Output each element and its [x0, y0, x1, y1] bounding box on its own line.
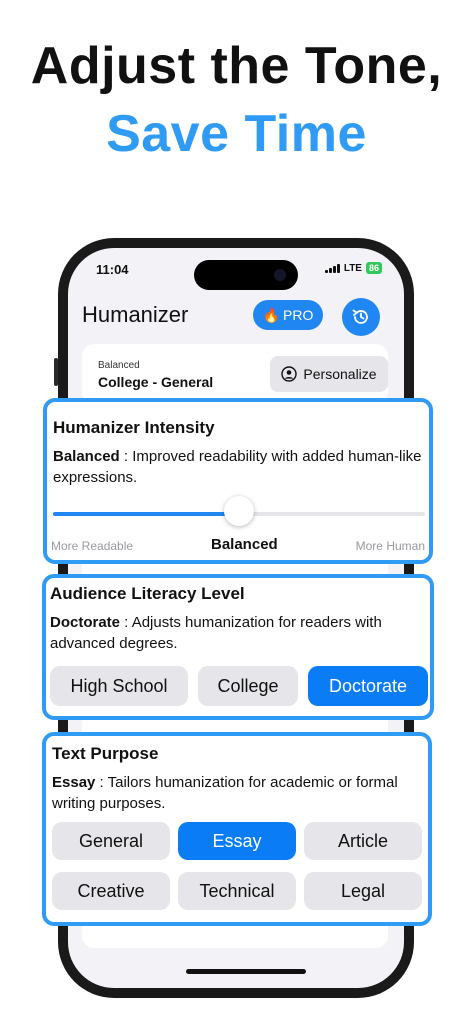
headline-line-1: Adjust the Tone,: [30, 37, 443, 95]
purpose-option-creative[interactable]: Creative: [52, 872, 170, 910]
mode-summary-card: Balanced College - General Personalize: [82, 344, 388, 404]
status-indicators: LTE 86: [324, 262, 382, 274]
option-label: Legal: [340, 880, 386, 901]
option-label: Essay: [212, 830, 262, 851]
purpose-description: Essay : Tailors humanization for academi…: [52, 772, 426, 814]
home-indicator: [186, 969, 306, 974]
literacy-desc-key: Doctorate: [50, 614, 121, 631]
fire-icon: 🔥: [262, 306, 281, 323]
intensity-card: Humanizer Intensity Balanced : Improved …: [43, 398, 433, 564]
purpose-option-essay[interactable]: Essay: [178, 822, 296, 860]
intensity-slider-thumb[interactable]: [224, 496, 254, 526]
slider-left-label: More Readable: [51, 539, 134, 553]
intensity-title: Humanizer Intensity: [53, 418, 215, 437]
purpose-option-technical[interactable]: Technical: [178, 872, 296, 910]
option-label: Doctorate: [328, 675, 408, 696]
purpose-desc-key: Essay: [52, 774, 96, 791]
option-label: Article: [337, 830, 388, 851]
literacy-card: Audience Literacy Level Doctorate : Adju…: [42, 574, 434, 720]
purpose-option-article[interactable]: Article: [304, 822, 422, 860]
slider-value-label: Balanced: [211, 536, 278, 553]
pro-button[interactable]: 🔥 PRO: [253, 300, 323, 330]
battery-icon: 86: [365, 262, 382, 274]
headline-line-2: Save Time: [106, 105, 367, 163]
purpose-title: Text Purpose: [52, 744, 159, 763]
literacy-description: Doctorate : Adjusts humanization for rea…: [50, 612, 432, 654]
personalize-button[interactable]: Personalize: [270, 356, 388, 392]
pro-label: PRO: [283, 307, 314, 323]
purpose-option-general[interactable]: General: [52, 822, 170, 860]
intensity-slider-fill: [53, 512, 239, 516]
app-title: Humanizer: [82, 302, 189, 327]
literacy-title: Audience Literacy Level: [50, 584, 245, 603]
option-label: College: [217, 675, 279, 696]
slider-right-label: More Human: [355, 539, 425, 553]
network-label: LTE: [343, 262, 362, 274]
personalize-label: Personalize: [303, 366, 377, 382]
phone-mute-switch: [54, 358, 58, 386]
status-time: 11:04: [96, 262, 129, 277]
intensity-desc-key: Balanced: [53, 448, 120, 465]
literacy-option-college[interactable]: College: [198, 666, 298, 706]
literacy-option-high-school[interactable]: High School: [50, 666, 188, 706]
history-icon: [352, 309, 368, 324]
user-circle-icon: [281, 366, 298, 382]
purpose-desc-text: : Tailors humanization for academic or f…: [52, 774, 398, 812]
purpose-card: Text Purpose Essay : Tailors humanizatio…: [42, 732, 432, 926]
option-label: Technical: [199, 880, 275, 901]
literacy-option-doctorate[interactable]: Doctorate: [308, 666, 428, 706]
option-label: Creative: [77, 880, 145, 901]
dynamic-island: [194, 260, 298, 290]
signal-icon: [324, 263, 340, 273]
mode-literacy-label: College - General: [98, 374, 214, 390]
intensity-description: Balanced : Improved readability with add…: [53, 446, 427, 488]
option-label: General: [78, 830, 144, 851]
history-button[interactable]: [342, 298, 380, 336]
mode-intensity-label: Balanced: [98, 360, 140, 371]
camera-icon: [274, 269, 286, 281]
option-label: High School: [70, 675, 168, 696]
purpose-option-legal[interactable]: Legal: [304, 872, 422, 910]
